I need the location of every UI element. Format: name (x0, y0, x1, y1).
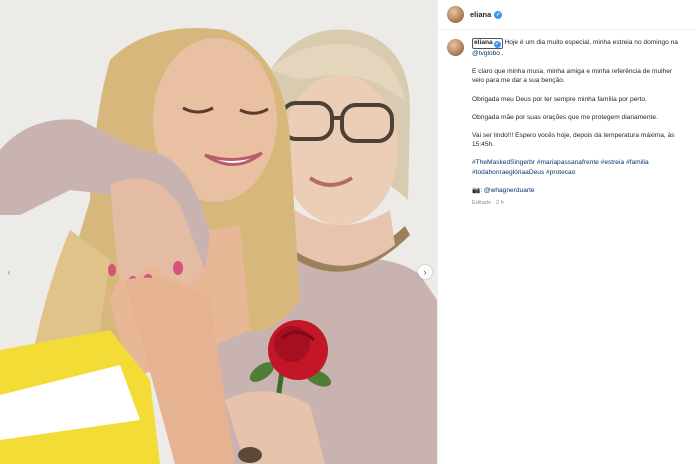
caption-username-text[interactable]: eliana (474, 39, 493, 46)
caption-username[interactable]: eliana ✓ (472, 38, 503, 49)
camera-icon: 📷 (472, 186, 481, 194)
edited-timestamp: Editado · 2 h (472, 200, 504, 207)
caption-verified-icon: ✓ (493, 41, 501, 48)
post-photo[interactable]: ‹ › (0, 0, 437, 464)
post-side-panel: eliana ✓ eliana ✓ Hoje é um dia muito esp… (437, 0, 696, 464)
mention-photographer-link[interactable]: : @whagnerduarte (480, 187, 534, 194)
caption-paragraph: Obrigada mãe por suas orações que me pro… (472, 113, 658, 121)
photo-credit: 📷: @whagnerduarte (472, 186, 686, 195)
verified-badge-icon: ✓ (494, 10, 503, 19)
post-header: eliana ✓ (438, 0, 696, 30)
carousel-next-icon[interactable]: › (418, 265, 432, 279)
caption-paragraph: Vai ser lindo!!! Espero vocês hoje, depo… (472, 132, 675, 149)
caption-line1-text: Hoje é um dia muito especial, minha estr… (502, 39, 678, 46)
mention-tvglobo-link[interactable]: @tvglobo (472, 50, 500, 57)
caption-paragraph: E claro que minha musa, minha amiga e mi… (472, 68, 673, 85)
carousel-prev-icon[interactable]: ‹ (2, 265, 16, 279)
avatar[interactable] (447, 6, 464, 23)
caption-line1-end: . (499, 50, 504, 57)
post-image (0, 0, 437, 464)
caption-first-line: eliana ✓ Hoje é um dia muito especial, mi… (472, 38, 686, 58)
caption-paragraph: Obrigada meu Deus por ter sempre minha f… (472, 95, 647, 103)
post-caption: eliana ✓ Hoje é um dia muito especial, mi… (447, 38, 692, 208)
caption-avatar[interactable] (447, 39, 464, 56)
header-username[interactable]: eliana (470, 10, 491, 19)
hashtags-links[interactable]: #TheMaskedSingerbr #mariapassanafrente #… (472, 158, 686, 176)
